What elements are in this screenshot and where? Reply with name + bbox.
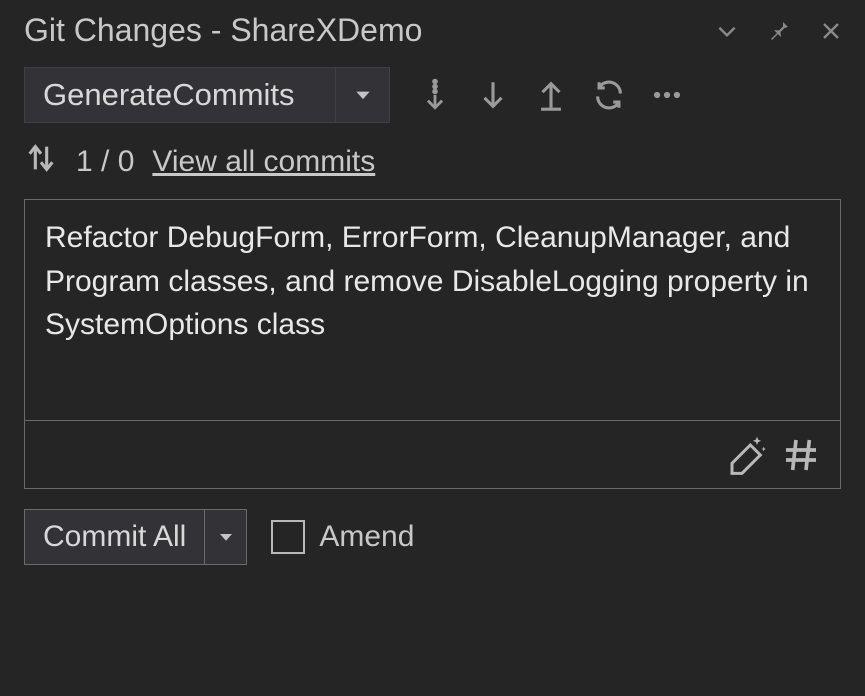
sync-counts: 1 / 0 (76, 145, 134, 179)
amend-label: Amend (319, 520, 414, 554)
amend-checkbox[interactable] (271, 520, 305, 554)
sync-icon[interactable] (584, 70, 634, 120)
commit-all-label: Commit All (25, 510, 204, 564)
git-changes-panel: Git Changes - ShareXDemo GenerateCommits (0, 0, 865, 696)
updown-arrows-icon (24, 141, 58, 183)
hash-icon[interactable] (780, 434, 822, 476)
chevron-down-icon[interactable] (713, 17, 741, 45)
titlebar-buttons (713, 17, 845, 45)
commit-message-toolbar (25, 420, 840, 488)
commit-message-input[interactable]: Refactor DebugForm, ErrorForm, CleanupMa… (25, 200, 840, 420)
toolbar: GenerateCommits (0, 57, 865, 131)
fetch-icon[interactable] (410, 70, 460, 120)
push-icon[interactable] (526, 70, 576, 120)
branch-dropdown-caret[interactable] (335, 68, 389, 122)
ai-sparkle-pen-icon[interactable] (726, 434, 768, 476)
more-icon[interactable] (642, 70, 692, 120)
close-icon[interactable] (817, 17, 845, 45)
commit-dropdown-caret[interactable] (204, 510, 246, 564)
view-all-commits-link[interactable]: View all commits (152, 145, 375, 179)
commit-actions-row: Commit All Amend (0, 489, 865, 585)
panel-title: Git Changes - ShareXDemo (24, 12, 699, 49)
commit-message-box: Refactor DebugForm, ErrorForm, CleanupMa… (24, 199, 841, 489)
toolbar-buttons (410, 70, 692, 120)
sync-status-row: 1 / 0 View all commits (0, 131, 865, 199)
pin-icon[interactable] (765, 17, 793, 45)
branch-dropdown[interactable]: GenerateCommits (24, 67, 390, 123)
amend-option: Amend (271, 520, 414, 554)
pull-icon[interactable] (468, 70, 518, 120)
titlebar: Git Changes - ShareXDemo (0, 0, 865, 57)
branch-name: GenerateCommits (25, 71, 335, 119)
commit-all-button[interactable]: Commit All (24, 509, 247, 565)
